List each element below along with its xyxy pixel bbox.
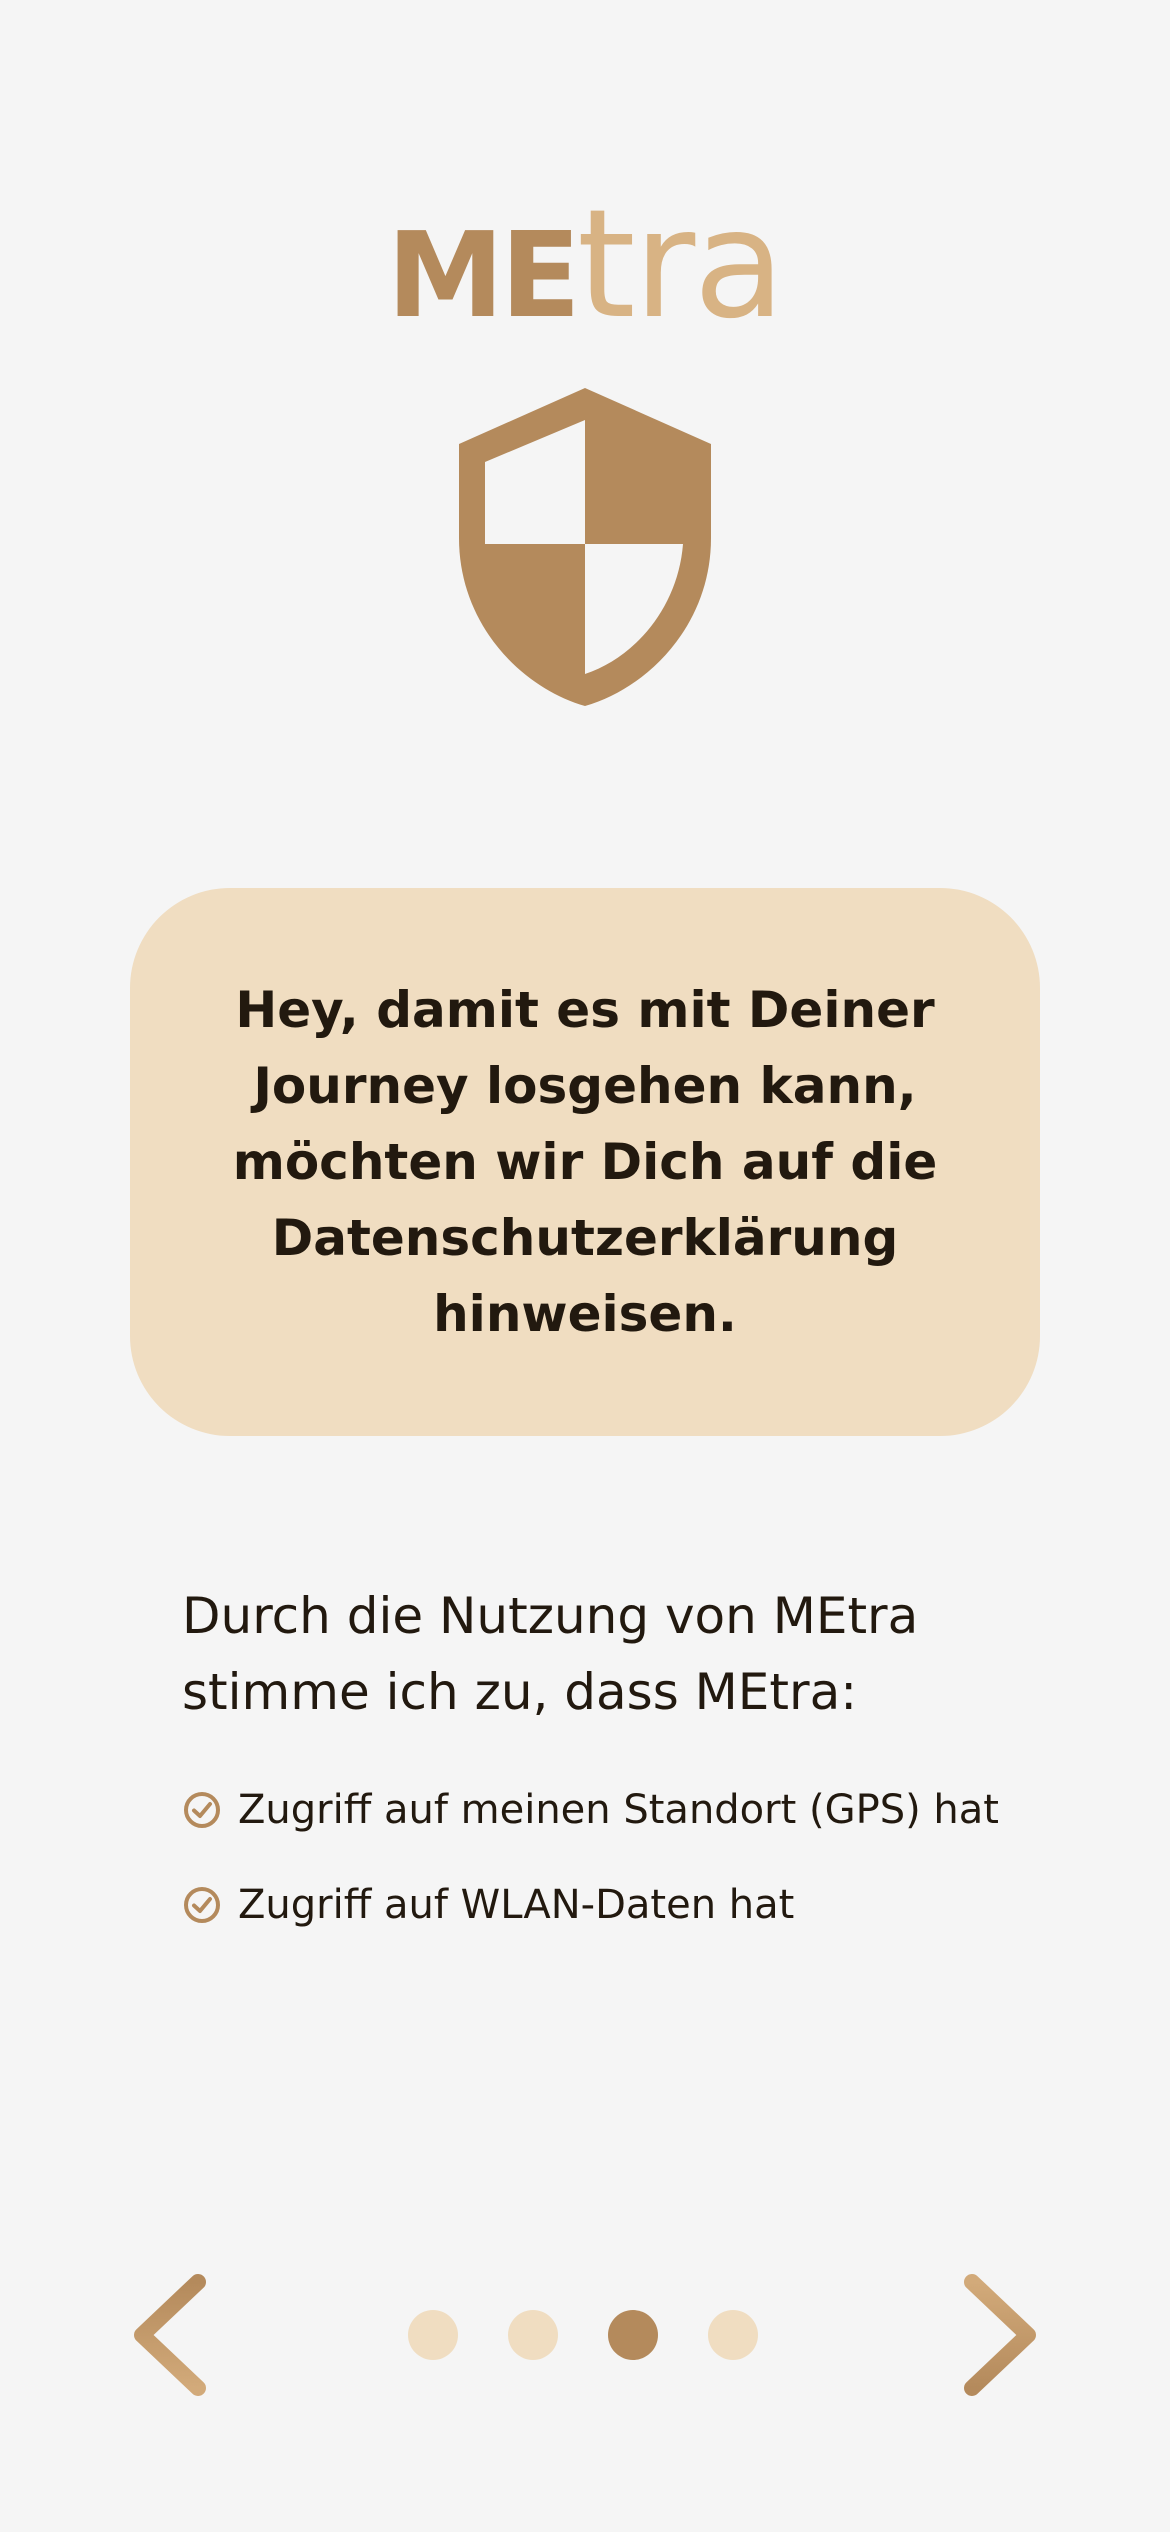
logo-part-tra: tra [576,178,785,352]
page-indicator [408,2310,758,2360]
permission-item-wlan: Zugriff auf WLAN-Daten hat [182,1875,999,1935]
chevron-left-icon [134,2274,206,2396]
check-circle-icon [184,1887,220,1923]
page-dot-4[interactable] [708,2310,758,2360]
next-page-button[interactable] [960,2270,1040,2400]
privacy-notice-card: Hey, damit es mit Deiner Journey losgehe… [130,888,1040,1436]
permission-label: Zugriff auf WLAN-Daten hat [238,1882,795,1928]
page-dot-1[interactable] [408,2310,458,2360]
chevron-right-icon [964,2274,1036,2396]
consent-intro-text: Durch die Nutzung von MEtra stimme ich z… [182,1587,919,1721]
permission-label: Zugriff auf meinen Standort (GPS) hat [238,1787,999,1833]
check-circle-icon [184,1792,220,1828]
shield-icon [459,388,711,706]
privacy-notice-text: Hey, damit es mit Deiner Journey losgehe… [232,981,938,1343]
previous-page-button[interactable] [130,2270,210,2400]
app-logo: MEtra [0,190,1170,340]
logo-part-me: ME [386,206,581,344]
page-dot-3-active[interactable] [608,2310,658,2360]
page-dot-2[interactable] [508,2310,558,2360]
permission-list: Zugriff auf meinen Standort (GPS) hat Zu… [182,1780,999,1970]
permission-item-gps: Zugriff auf meinen Standort (GPS) hat [182,1780,999,1840]
